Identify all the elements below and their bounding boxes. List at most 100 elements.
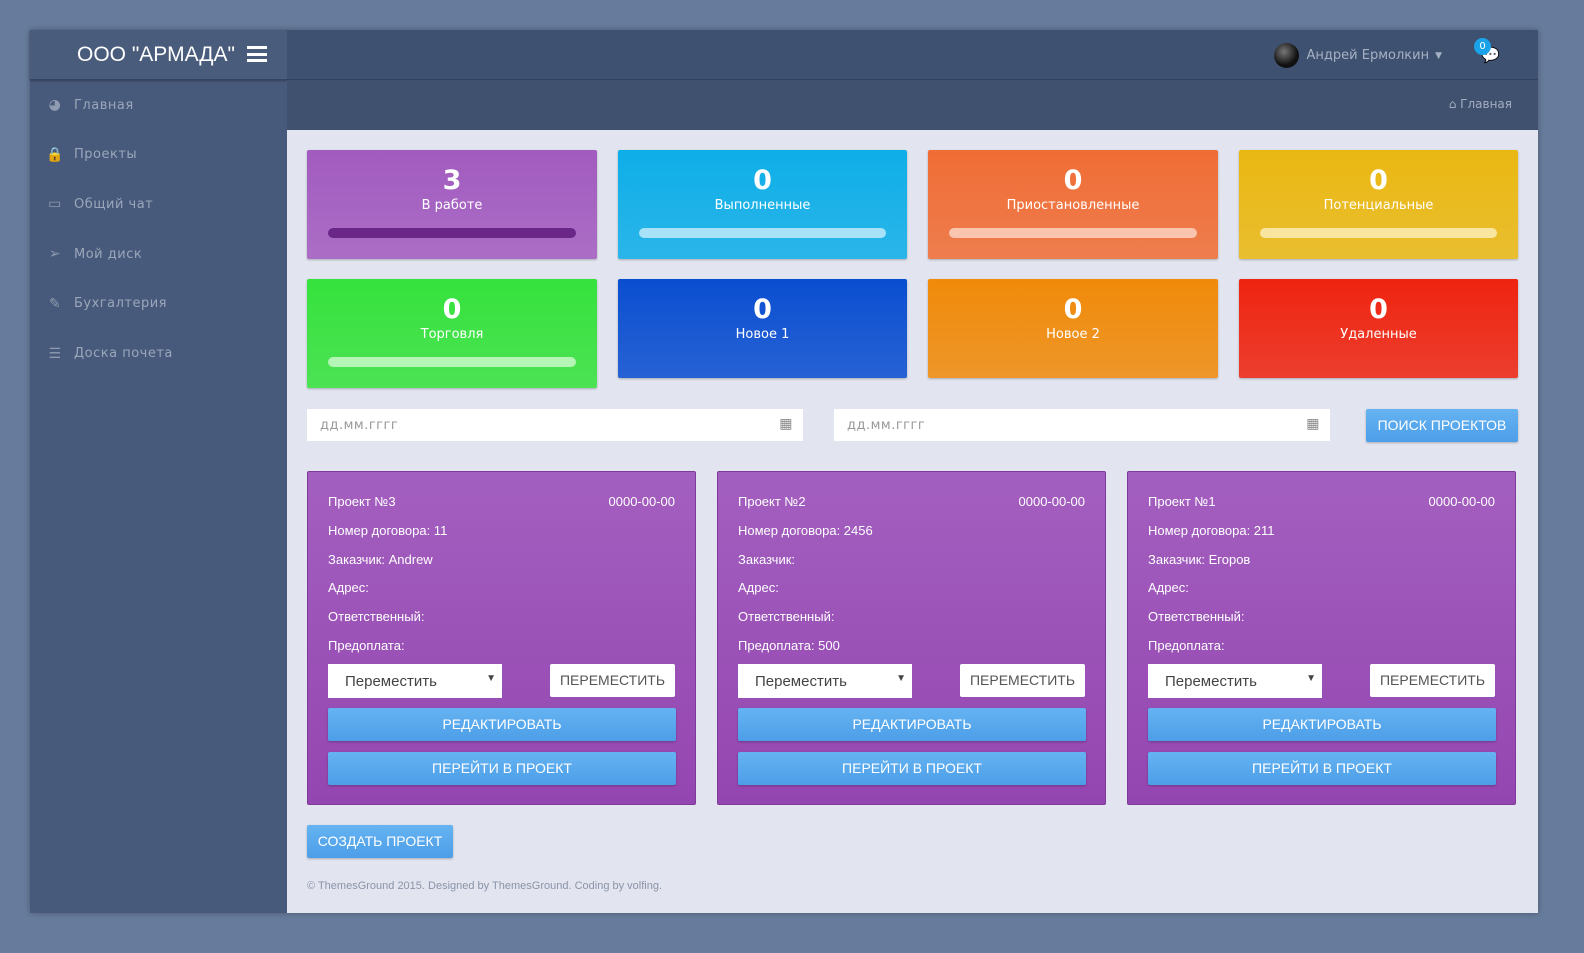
dropdown-arrow-icon: ▼ xyxy=(896,673,906,684)
project-title: Проект №2 xyxy=(738,494,806,509)
stat-label: В работе xyxy=(421,198,483,213)
stat-value: 0 xyxy=(753,165,772,196)
stat-label: Приостановленные xyxy=(1006,198,1140,213)
stat-value: 0 xyxy=(1063,165,1083,196)
move-button[interactable]: ПЕРЕМЕСТИТЬ xyxy=(550,664,675,697)
menu-toggle-icon[interactable] xyxy=(247,46,267,62)
sidebar-item-label: Мой диск xyxy=(74,246,143,262)
stat-card[interactable]: 0 Приостановленные xyxy=(928,150,1218,259)
project-customer: Заказчик: Егоров xyxy=(1148,551,1251,567)
dropdown-arrow-icon: ▼ xyxy=(1306,673,1316,684)
project-date: 0000-00-00 xyxy=(1428,494,1496,509)
open-project-button[interactable]: ПЕРЕЙТИ В ПРОЕКТ xyxy=(328,752,676,785)
footer: © ThemesGround 2015. Designed by ThemesG… xyxy=(307,880,663,892)
stat-card[interactable]: 0 Новое 1 xyxy=(618,279,907,378)
sidebar-item-1[interactable]: 🔒 Проекты xyxy=(30,135,287,175)
search-projects-button[interactable]: ПОИСК ПРОЕКТОВ xyxy=(1366,409,1518,442)
stat-progress-bar xyxy=(1260,228,1497,238)
sidebar-item-0[interactable]: ◕ Главная xyxy=(30,85,287,125)
stat-card[interactable]: 0 Выполненные xyxy=(618,150,907,259)
stat-card[interactable]: 0 Удаленные xyxy=(1239,279,1518,378)
top-bar: Андрей Ермолкин ▼ 💬 0 xyxy=(287,30,1538,80)
move-select-value: Переместить xyxy=(1165,673,1257,690)
home-icon: ⌂ xyxy=(1448,97,1457,111)
stat-progress-bar xyxy=(949,228,1197,238)
move-select[interactable]: Переместить ▼ xyxy=(1148,664,1322,698)
sidebar-item-3[interactable]: ➢ Мой диск xyxy=(30,234,287,274)
date-to-placeholder: дд.мм.гггг xyxy=(847,418,926,433)
stat-value: 3 xyxy=(442,165,462,196)
stat-progress-bar xyxy=(328,228,576,238)
project-date: 0000-00-00 xyxy=(1018,494,1086,509)
caret-down-icon: ▼ xyxy=(1435,50,1442,61)
move-select[interactable]: Переместить ▼ xyxy=(328,664,502,698)
brand-title: ООО "АРМАДА" xyxy=(77,43,235,66)
breadcrumb: ⌂ Главная xyxy=(287,80,1538,130)
edit-button[interactable]: РЕДАКТИРОВАТЬ xyxy=(328,708,676,741)
sidebar-item-5[interactable]: ☰ Доска почета xyxy=(30,334,287,374)
lock-icon: 🔒 xyxy=(46,146,64,163)
open-project-button[interactable]: ПЕРЕЙТИ В ПРОЕКТ xyxy=(1148,752,1496,785)
sidebar: ООО "АРМАДА" ◕ Главная 🔒 Проекты ▭ Общий чат ➢… xyxy=(30,30,287,913)
move-select[interactable]: Переместить ▼ xyxy=(738,664,912,698)
dropdown-arrow-icon: ▼ xyxy=(486,673,496,684)
stat-label: Новое 2 xyxy=(1046,327,1100,342)
stat-card[interactable]: 0 Торговля xyxy=(307,279,597,388)
move-select-value: Переместить xyxy=(755,673,847,690)
desktop-icon: ▭ xyxy=(48,196,62,213)
project-customer: Заказчик: xyxy=(738,551,796,567)
stat-progress-bar xyxy=(639,228,886,238)
stat-label: Выполненные xyxy=(714,198,811,213)
project-responsible: Ответственный: xyxy=(328,609,425,625)
breadcrumb-home[interactable]: Главная xyxy=(1460,97,1512,111)
user-menu[interactable]: Андрей Ермолкин ▼ xyxy=(1273,43,1442,68)
sidebar-item-label: Главная xyxy=(74,97,134,113)
move-select-value: Переместить xyxy=(345,673,437,690)
sidebar-item-label: Доска почета xyxy=(74,346,173,361)
stat-value: 0 xyxy=(1063,294,1083,325)
stat-value: 0 xyxy=(1369,294,1388,325)
sidebar-item-label: Общий чат xyxy=(74,196,154,212)
project-card: Проект №2 0000-00-00 Номер договора: 2456 З… xyxy=(717,471,1106,805)
stat-card[interactable]: 0 Потенциальные xyxy=(1239,150,1518,259)
project-title: Проект №1 xyxy=(1148,494,1216,509)
stat-card[interactable]: 0 Новое 2 xyxy=(928,279,1218,378)
stat-value: 0 xyxy=(753,294,772,325)
project-address: Адрес: xyxy=(328,580,369,596)
open-project-button[interactable]: ПЕРЕЙТИ В ПРОЕКТ xyxy=(738,752,1086,785)
avatar xyxy=(1273,43,1299,68)
move-button[interactable]: ПЕРЕМЕСТИТЬ xyxy=(1370,664,1495,697)
edit-icon: ✎ xyxy=(48,295,62,312)
app-window: ООО "АРМАДА" ◕ Главная 🔒 Проекты ▭ Общий чат ➢… xyxy=(30,30,1538,913)
project-prepay: Предоплата: 500 xyxy=(738,637,840,653)
project-address: Адрес: xyxy=(1148,580,1189,596)
date-from-input[interactable]: дд.мм.гггг ▦ xyxy=(307,409,803,441)
stat-value: 0 xyxy=(1369,165,1388,196)
project-title: Проект №3 xyxy=(328,494,396,509)
edit-button[interactable]: РЕДАКТИРОВАТЬ xyxy=(738,708,1086,741)
dashboard-icon: ◕ xyxy=(48,97,62,113)
sidebar-item-4[interactable]: ✎ Бухгалтерия xyxy=(30,284,287,324)
create-project-button[interactable]: СОЗДАТЬ ПРОЕКТ xyxy=(307,825,453,858)
calendar-icon[interactable]: ▦ xyxy=(1306,416,1320,432)
paper-plane-icon: ➢ xyxy=(48,246,62,263)
project-contract: Номер договора: 2456 xyxy=(738,523,873,538)
chat-count-badge: 0 xyxy=(1474,38,1491,55)
stat-label: Новое 1 xyxy=(735,327,790,342)
sidebar-item-2[interactable]: ▭ Общий чат xyxy=(30,184,287,224)
project-customer: Заказчик: Andrew xyxy=(328,551,433,567)
sidebar-item-label: Бухгалтерия xyxy=(74,296,168,312)
stat-value: 0 xyxy=(442,294,462,325)
stat-label: Торговля xyxy=(420,327,484,342)
project-card: Проект №1 0000-00-00 Номер договора: 211 За… xyxy=(1127,471,1516,805)
edit-button[interactable]: РЕДАКТИРОВАТЬ xyxy=(1148,708,1496,741)
move-button[interactable]: ПЕРЕМЕСТИТЬ xyxy=(960,664,1085,697)
calendar-icon[interactable]: ▦ xyxy=(779,416,793,432)
project-contract: Номер договора: 211 xyxy=(1148,523,1275,538)
project-prepay: Предоплата: xyxy=(1148,637,1225,653)
sidebar-item-label: Проекты xyxy=(74,147,138,163)
date-to-input[interactable]: дд.мм.гггг ▦ xyxy=(834,409,1330,441)
stat-card[interactable]: 3 В работе xyxy=(307,150,597,259)
brand: ООО "АРМАДА" xyxy=(30,30,287,80)
project-contract: Номер договора: 11 xyxy=(328,523,448,538)
